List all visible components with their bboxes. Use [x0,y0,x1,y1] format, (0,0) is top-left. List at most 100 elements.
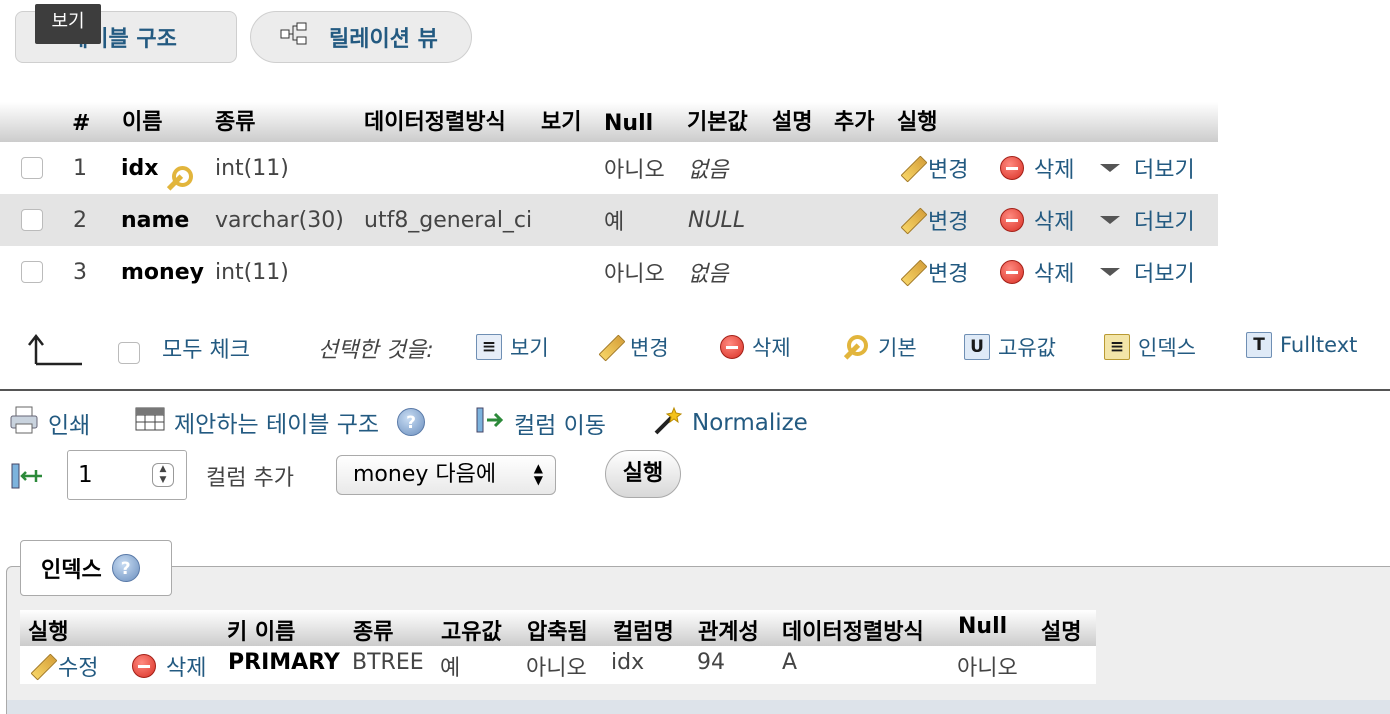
pencil-icon [598,335,622,359]
bulk-actions: 모두 체크 선택한 것을: ≡ 보기 변경 삭제 기본 U 고유값 ≡ 인덱스 T Fu… [0,322,1390,376]
column-name: idx [121,155,159,181]
column-default: NULL [688,207,746,233]
drop-icon [1000,208,1024,232]
row-checkbox[interactable] [21,209,43,231]
bulk-index-button[interactable]: ≡ 인덱스 [1104,332,1196,362]
index-cardinality: 94 [697,650,725,675]
move-columns-link[interactable]: 컬럼 이동 [474,404,606,442]
column-position-select[interactable]: money 다음에 ▲ ▼ [336,455,556,495]
header-collation: 데이터정렬방식 [364,110,506,135]
header-default: 기본값 [687,110,748,135]
add-column-icon [10,460,42,496]
table-row: 3 money int(11) 아니오 없음 변경 삭제 더보기 [0,246,1218,298]
pencil-icon [900,260,924,284]
change-link[interactable]: 변경 [900,204,968,236]
pencil-icon [900,156,924,180]
table-row: 2 name varchar(30) utf8_general_ci 예 NUL… [0,194,1218,246]
index-column: idx [611,650,645,675]
dropdown-triangle-icon [1100,268,1120,276]
primary-key-icon [163,164,195,194]
row-checkbox[interactable] [21,157,43,179]
table-row: 1 idx int(11) 아니오 없음 변경 삭제 더보기 [0,142,1218,194]
header-name: 이름 [122,110,163,135]
header-column: 컬럼명 [613,620,674,645]
arrow-up-left-icon [26,332,84,371]
column-type: varchar(30) [215,207,344,233]
tab-relation-view[interactable]: 릴레이션 뷰 [250,11,472,63]
go-button[interactable]: 실행 [605,450,681,498]
header-extra: 추가 [834,110,875,135]
change-link[interactable]: 변경 [900,152,968,184]
tooltip: 보기 [35,4,101,44]
index-unique: 예 [440,656,461,681]
column-default: 없음 [688,262,729,287]
structure-header: # 이름 종류 데이터정렬방식 보기 Null 기본값 설명 추가 실행 [0,102,1218,142]
propose-structure-link[interactable]: 제안하는 테이블 구조 ? [134,404,426,440]
drop-link[interactable]: 삭제 [1000,256,1074,288]
row-number: 1 [73,155,87,181]
row-checkbox[interactable] [21,261,43,283]
divider [0,389,1390,391]
bottom-bar [7,700,1390,714]
more-dropdown[interactable]: 더보기 [1100,152,1195,184]
header-action: 실행 [28,620,69,645]
drop-link[interactable]: 삭제 [1000,204,1074,236]
check-all-label[interactable]: 모두 체크 [162,332,250,364]
pencil-icon [30,654,54,678]
bulk-primary-button[interactable]: 기본 [840,332,917,362]
bulk-browse-button[interactable]: ≡ 보기 [476,332,549,362]
dropdown-triangle-icon [1100,216,1120,224]
add-column-label: 컬럼 추가 [206,466,294,491]
more-dropdown[interactable]: 더보기 [1100,204,1195,236]
header-null: Null [958,614,1008,639]
column-type: int(11) [215,155,289,181]
bulk-fulltext-button[interactable]: T Fulltext [1246,332,1357,358]
browse-icon: ≡ [476,334,502,360]
header-key-name: 키 이름 [227,620,296,645]
indexes-header: 실행 키 이름 종류 고유값 압축됨 컬럼명 관계성 데이터정렬방식 Null … [20,610,1096,646]
key-name: PRIMARY [228,650,340,675]
header-collation: 데이터정렬방식 [782,620,924,645]
indexes-table: 실행 키 이름 종류 고유값 압축됨 컬럼명 관계성 데이터정렬방식 Null … [20,610,1096,684]
dropdown-triangle-icon [1100,164,1120,172]
drop-icon [132,654,156,678]
column-null: 아니오 [604,158,665,183]
drop-link[interactable]: 삭제 [1000,152,1074,184]
header-type: 종류 [215,110,256,135]
check-all-checkbox[interactable] [118,342,140,364]
drop-icon [1000,156,1024,180]
with-selected-label: 선택한 것을: [318,338,434,363]
column-type: int(11) [215,259,289,285]
print-link[interactable]: 인쇄 [8,404,90,442]
index-icon: ≡ [1104,334,1130,360]
header-browse: 보기 [541,110,582,135]
row-number: 2 [73,207,87,233]
index-row: 수정 삭제 PRIMARY BTREE 예 아니오 idx 94 A 아니오 [20,646,1096,684]
header-null: Null [604,111,654,136]
change-link[interactable]: 변경 [900,256,968,288]
more-dropdown[interactable]: 더보기 [1100,256,1195,288]
help-icon[interactable]: ? [111,554,140,582]
header-packed: 압축됨 [527,620,588,645]
move-columns-icon [474,404,506,442]
structure-table: # 이름 종류 데이터정렬방식 보기 Null 기본값 설명 추가 실행 1 i… [0,102,1218,298]
header-action: 실행 [897,110,938,135]
index-packed: 아니오 [526,656,587,681]
normalize-link[interactable]: Normalize [652,404,808,442]
spinner-icon[interactable]: ▲ ▼ [152,463,174,487]
table-icon [134,404,166,440]
column-name: money [121,259,204,285]
bulk-unique-button[interactable]: U 고유값 [964,332,1056,362]
column-count-input[interactable]: 1 ▲ ▼ [67,450,187,500]
bulk-change-button[interactable]: 변경 [598,332,669,362]
bulk-drop-button[interactable]: 삭제 [720,332,791,362]
row-number: 3 [73,259,87,285]
header-number: # [72,111,91,136]
index-collation: A [782,650,798,675]
drop-index-link[interactable]: 삭제 [132,650,206,682]
fulltext-icon: T [1246,332,1272,358]
column-null: 아니오 [604,262,665,287]
help-icon[interactable]: ? [397,408,426,436]
edit-index-link[interactable]: 수정 [30,650,98,682]
select-arrows-icon: ▲ ▼ [533,461,543,487]
